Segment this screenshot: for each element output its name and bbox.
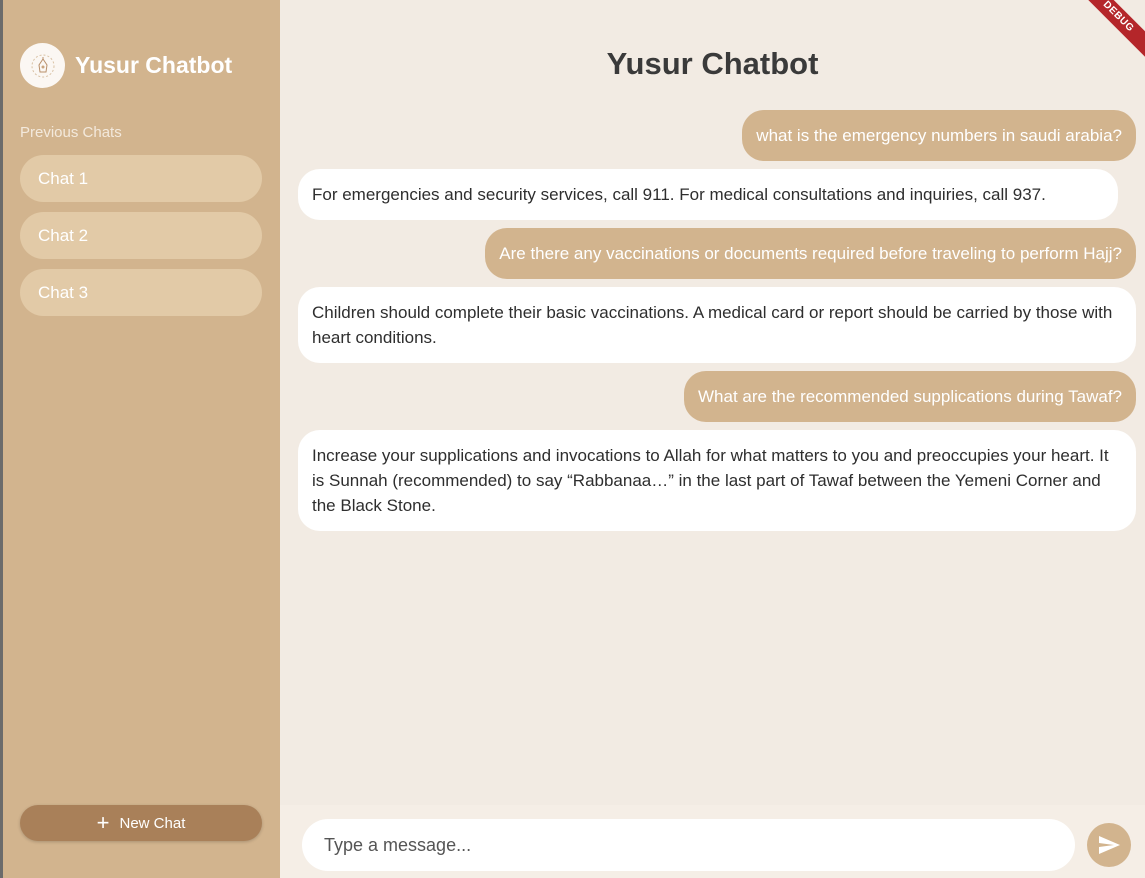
chat-item-1[interactable]: Chat 1 [20,155,262,202]
message-list: what is the emergency numbers in saudi a… [298,110,1136,539]
previous-chats-label: Previous Chats [20,124,122,141]
sidebar: Yusur Chatbot Previous Chats Chat 1 Chat… [0,0,280,878]
send-icon [1099,836,1120,854]
brand-title: Yusur Chatbot [75,52,233,78]
app-window: Yusur Chatbot Previous Chats Chat 1 Chat… [0,0,1145,878]
plus-icon: + [96,810,110,835]
lantern-logo-icon [20,43,65,88]
chat-item-3[interactable]: Chat 3 [20,269,262,316]
bot-message: Increase your supplications and invocati… [298,430,1136,531]
user-message: Are there any vaccinations or documents … [485,228,1136,279]
new-chat-button[interactable]: + New Chat [20,805,262,841]
chat-panel: DEBUG Yusur Chatbot what is the emergenc… [280,0,1145,878]
bot-message: Children should complete their basic vac… [298,287,1136,363]
chat-list: Chat 1 Chat 2 Chat 3 [20,155,262,326]
message-row: Children should complete their basic vac… [298,287,1136,363]
message-row: Increase your supplications and invocati… [298,430,1136,531]
user-message: what is the emergency numbers in saudi a… [742,110,1136,161]
page-title: Yusur Chatbot [606,46,819,81]
bot-message: For emergencies and security services, c… [298,169,1118,220]
chat-item-2[interactable]: Chat 2 [20,212,262,259]
message-row: what is the emergency numbers in saudi a… [298,110,1136,161]
composer-bar [280,805,1145,878]
brand: Yusur Chatbot [20,43,232,88]
message-input[interactable] [302,819,1075,871]
message-row: For emergencies and security services, c… [298,169,1136,220]
new-chat-label: New Chat [119,814,186,832]
user-message: What are the recommended supplications d… [684,371,1136,422]
message-row: What are the recommended supplications d… [298,371,1136,422]
message-row: Are there any vaccinations or documents … [298,228,1136,279]
window-edge [0,0,3,878]
send-button[interactable] [1087,823,1131,867]
